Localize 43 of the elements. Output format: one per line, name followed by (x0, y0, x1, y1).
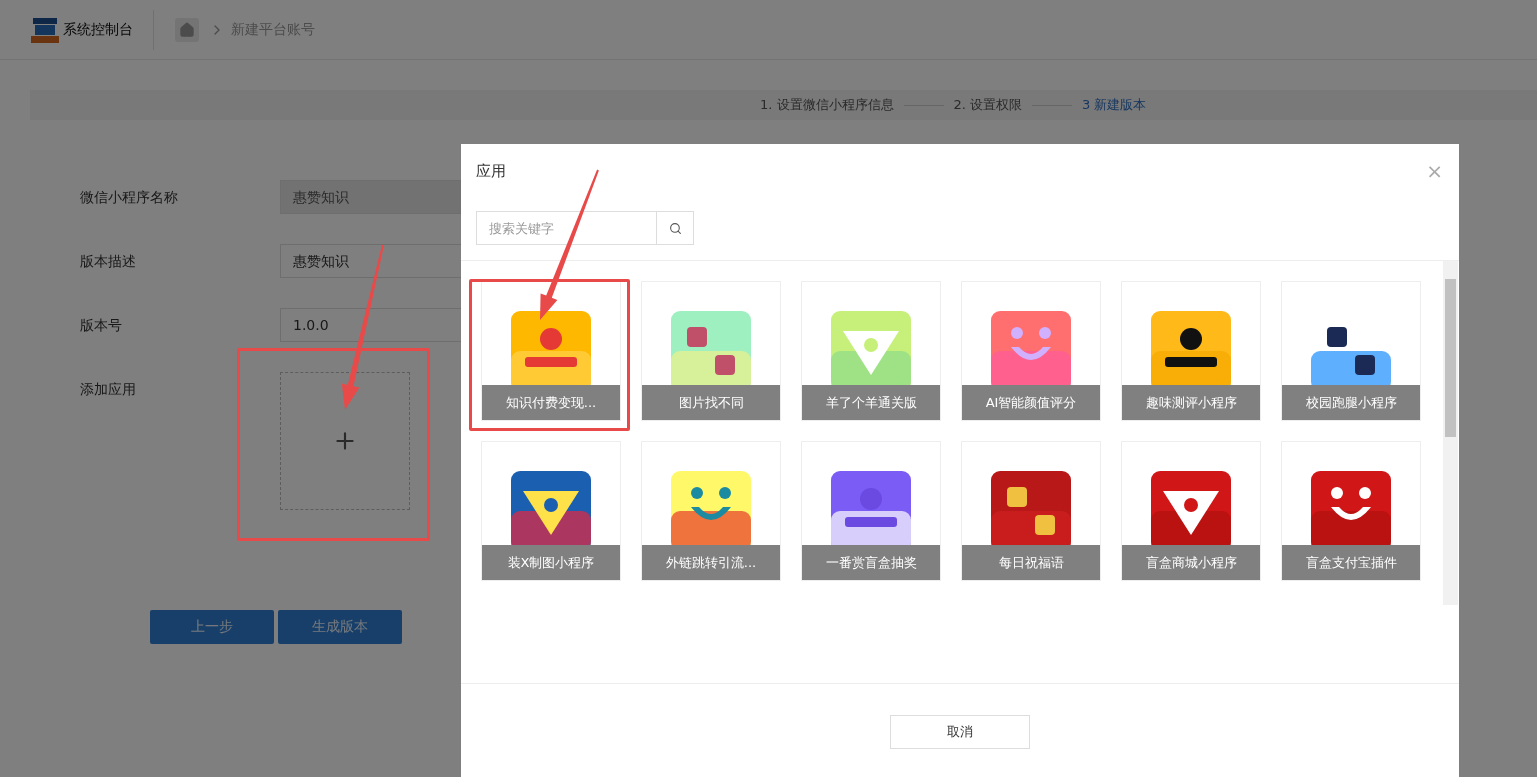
scrollbar[interactable] (1443, 261, 1458, 605)
app-name: 装X制图小程序 (482, 545, 620, 580)
generate-button[interactable]: 生成版本 (278, 610, 402, 644)
app-name: 图片找不同 (642, 385, 780, 420)
cancel-button[interactable]: 取消 (890, 715, 1030, 749)
dialog-title: 应用 (476, 161, 506, 181)
app-card[interactable]: 知识付费变现... (481, 281, 621, 421)
app-title: 系统控制台 (63, 20, 133, 39)
field-label: 微信小程序名称 (80, 188, 179, 207)
app-name: 校园跑腿小程序 (1282, 385, 1420, 420)
app-name: 一番赏盲盒抽奖 (802, 545, 940, 580)
previous-button[interactable]: 上一步 (150, 610, 274, 644)
app-card[interactable]: 每日祝福语 (961, 441, 1101, 581)
app-card[interactable]: 盲盒商城小程序 (1121, 441, 1261, 581)
step-item: 3 新建版本 (1082, 96, 1147, 114)
search-icon (668, 221, 682, 235)
app-name: 每日祝福语 (962, 545, 1100, 580)
app-name: 趣味测评小程序 (1122, 385, 1260, 420)
app-card[interactable]: 羊了个羊通关版 (801, 281, 941, 421)
logo-icon (30, 15, 60, 44)
step-item: 2. 设置权限 (953, 96, 1023, 114)
app-card[interactable]: 校园跑腿小程序 (1281, 281, 1421, 421)
app-card[interactable]: 盲盒支付宝插件 (1281, 441, 1421, 581)
app-card[interactable]: 装X制图小程序 (481, 441, 621, 581)
app-name: AI智能颜值评分 (962, 385, 1100, 420)
field-label: 版本描述 (80, 252, 137, 271)
app-name: 知识付费变现... (482, 385, 620, 420)
app-card[interactable]: 一番赏盲盒抽奖 (801, 441, 941, 581)
app-name: 羊了个羊通关版 (802, 385, 940, 420)
search-field[interactable]: 搜索关键字 (476, 211, 656, 245)
field-label: 版本号 (80, 316, 123, 335)
step-item: 1. 设置微信小程序信息 (760, 96, 894, 114)
app-name: 外链跳转引流... (642, 545, 780, 580)
close-button[interactable]: × (1426, 159, 1443, 183)
app-card[interactable]: 图片找不同 (641, 281, 781, 421)
field-label: 添加应用 (80, 380, 137, 399)
app-card[interactable]: AI智能颜值评分 (961, 281, 1101, 421)
app-name: 盲盒商城小程序 (1122, 545, 1260, 580)
app-name: 盲盒支付宝插件 (1282, 545, 1420, 580)
search-button[interactable] (656, 211, 694, 245)
app-card[interactable]: 外链跳转引流... (641, 441, 781, 581)
home-icon[interactable] (175, 17, 199, 42)
app-card[interactable]: 趣味测评小程序 (1121, 281, 1261, 421)
